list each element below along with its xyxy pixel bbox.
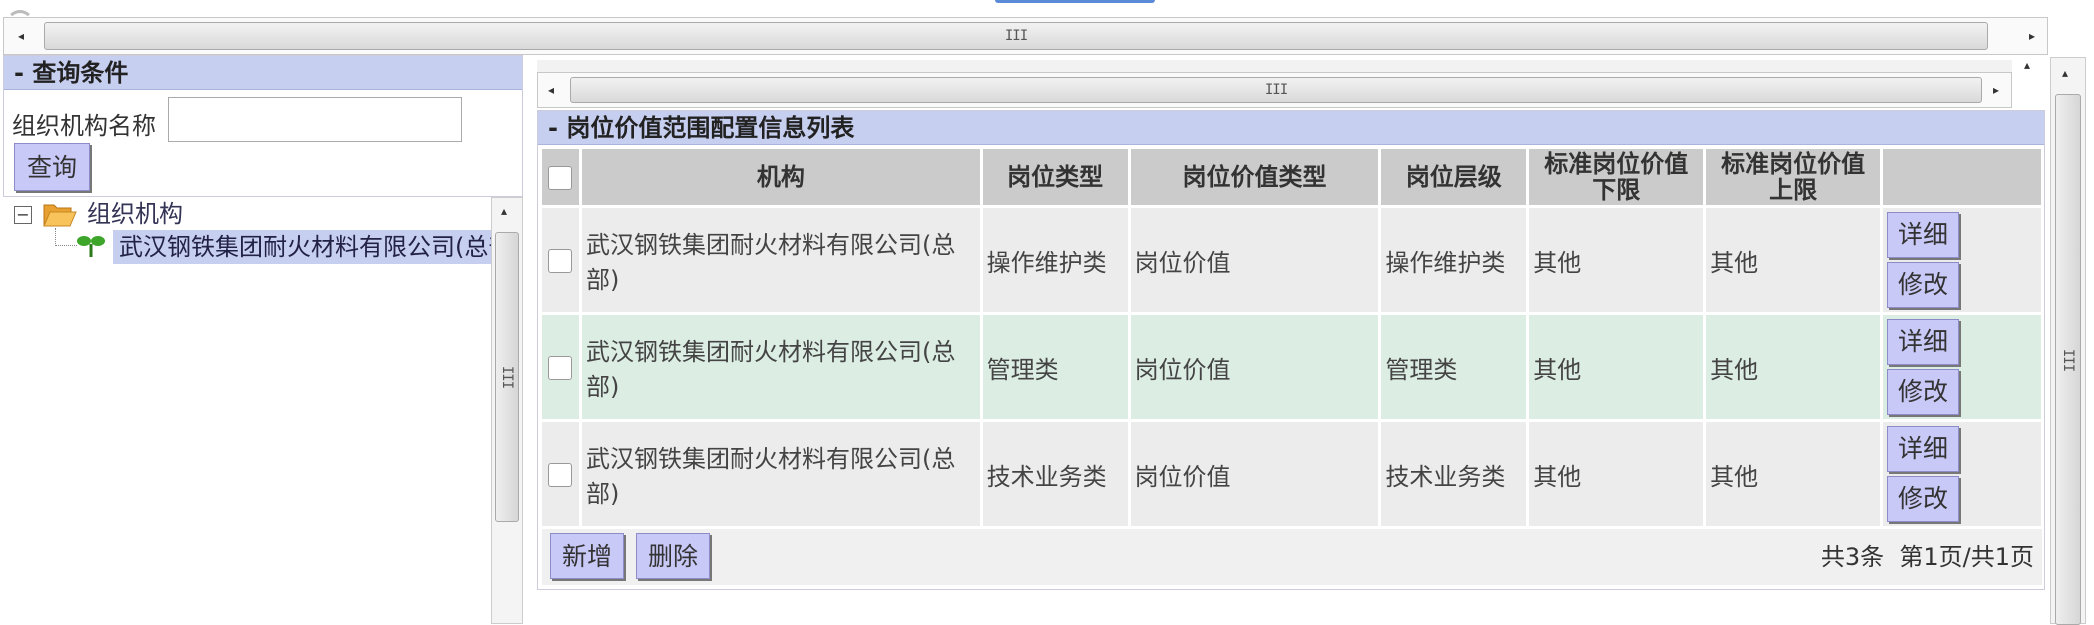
table-row: 武汉钢铁集团耐火材料有限公司(总部) 操作维护类 岗位价值 操作维护类 其他 其… (542, 208, 2041, 312)
tree-vertical-scrollbar[interactable]: ▴ III (491, 197, 523, 624)
data-grid: 机构 岗位类型 岗位价值类型 岗位层级 标准岗位价值下限 标准岗位价值上限 武汉… (539, 146, 2044, 529)
cell-actions: 详细 修改 (1883, 208, 2041, 312)
row-select[interactable] (542, 422, 579, 526)
cell-org: 武汉钢铁集团耐火材料有限公司(总部) (581, 315, 980, 419)
cell-upper: 其他 (1706, 422, 1881, 526)
scroll-right-arrow-icon[interactable]: ▸ (2029, 29, 2035, 43)
page-vertical-scrollbar[interactable]: ▴ III (2050, 57, 2086, 625)
scroll-up-arrow-icon[interactable]: ▴ (2062, 66, 2068, 80)
cell-org: 武汉钢铁集团耐火材料有限公司(总部) (581, 208, 980, 312)
col-lower: 标准岗位价值下限 (1529, 149, 1704, 205)
detail-button[interactable]: 详细 (1887, 212, 1960, 258)
scrollbar-thumb[interactable]: III (44, 22, 1988, 50)
tree-root-label[interactable]: 组织机构 (87, 197, 183, 231)
select-all-checkbox[interactable] (548, 166, 573, 190)
grid-panel: - 岗位价值范围配置信息列表 机构 岗位类型 岗位价值类型 岗位层级 标准岗位价… (537, 110, 2045, 590)
grid-footer: 新增 删除 共3条 第1页/共1页 (542, 529, 2042, 585)
col-post-type: 岗位类型 (982, 149, 1128, 205)
col-org: 机构 (581, 149, 980, 205)
query-panel: - 查询条件 组织机构名称 查询 (3, 55, 523, 197)
search-button[interactable]: 查询 (14, 143, 90, 191)
org-tree: − 组织机构 武汉钢铁集团耐火材料有限公司(总部) ▴ III (3, 197, 523, 624)
cell-upper: 其他 (1706, 208, 1881, 312)
scrollbar-thumb[interactable]: III (570, 77, 1982, 103)
inner-top-strip (537, 60, 2012, 72)
grip-icon: III (1004, 28, 1028, 44)
grip-icon: III (2060, 348, 2076, 371)
inner-scroll-up-arrow-icon[interactable]: ▴ (2024, 58, 2030, 72)
row-checkbox[interactable] (548, 249, 573, 273)
delete-button[interactable]: 删除 (636, 533, 710, 579)
cell-org: 武汉钢铁集团耐火材料有限公司(总部) (581, 422, 980, 526)
header-select-all[interactable] (542, 149, 579, 205)
grip-icon: III (1264, 82, 1288, 98)
scroll-left-arrow-icon[interactable]: ◂ (18, 29, 24, 43)
col-level: 岗位层级 (1381, 149, 1527, 205)
row-select[interactable] (542, 315, 579, 419)
org-name-label: 组织机构名称 (12, 112, 156, 140)
detail-button[interactable]: 详细 (1887, 426, 1960, 472)
org-leaf-icon (77, 232, 105, 258)
cell-value-type: 岗位价值 (1130, 422, 1379, 526)
org-name-input[interactable] (168, 97, 462, 142)
cell-value-type: 岗位价值 (1130, 208, 1379, 312)
detail-button[interactable]: 详细 (1887, 319, 1960, 365)
cell-actions: 详细 修改 (1883, 315, 2041, 419)
cell-level: 技术业务类 (1381, 422, 1527, 526)
folder-open-icon (43, 200, 77, 228)
tree-child-item[interactable]: 武汉钢铁集团耐火材料有限公司(总部) (113, 230, 493, 264)
edit-button[interactable]: 修改 (1887, 476, 1960, 522)
cell-post-type: 技术业务类 (982, 422, 1128, 526)
cell-actions: 详细 修改 (1883, 422, 2041, 526)
edit-button[interactable]: 修改 (1887, 262, 1960, 308)
cell-post-type: 操作维护类 (982, 208, 1128, 312)
row-select[interactable] (542, 208, 579, 312)
cell-upper: 其他 (1706, 315, 1881, 419)
cell-value-type: 岗位价值 (1130, 315, 1379, 419)
pager-text: 共3条 第1页/共1页 (1820, 543, 2034, 571)
grip-icon: III (499, 365, 515, 389)
top-horizontal-scrollbar[interactable]: ◂ III ▸ (3, 17, 2048, 55)
scrollbar-thumb[interactable]: III (2055, 94, 2081, 625)
col-actions (1883, 149, 2041, 205)
cell-post-type: 管理类 (982, 315, 1128, 419)
query-panel-title: - 查询条件 (4, 56, 522, 90)
cell-lower: 其他 (1529, 208, 1704, 312)
cell-level: 管理类 (1381, 315, 1527, 419)
edit-button[interactable]: 修改 (1887, 369, 1960, 415)
cell-lower: 其他 (1529, 422, 1704, 526)
grid-panel-title: - 岗位价值范围配置信息列表 (538, 111, 2044, 145)
cell-level: 操作维护类 (1381, 208, 1527, 312)
scrollbar-thumb[interactable]: III (495, 232, 519, 522)
scroll-left-arrow-icon[interactable]: ◂ (548, 83, 554, 97)
row-checkbox[interactable] (548, 463, 573, 487)
scroll-right-arrow-icon[interactable]: ▸ (1993, 83, 1999, 97)
row-checkbox[interactable] (548, 356, 573, 380)
scroll-up-arrow-icon[interactable]: ▴ (501, 204, 507, 218)
collapse-minus-icon[interactable]: − (14, 206, 32, 224)
col-value-type: 岗位价值类型 (1130, 149, 1379, 205)
add-button[interactable]: 新增 (550, 533, 624, 579)
col-upper: 标准岗位价值上限 (1706, 149, 1881, 205)
top-tab-indicator (995, 0, 1155, 3)
inner-horizontal-scrollbar[interactable]: ◂ III ▸ (537, 72, 2012, 108)
table-row: 武汉钢铁集团耐火材料有限公司(总部) 技术业务类 岗位价值 技术业务类 其他 其… (542, 422, 2041, 526)
cell-lower: 其他 (1529, 315, 1704, 419)
table-row: 武汉钢铁集团耐火材料有限公司(总部) 管理类 岗位价值 管理类 其他 其他 详细… (542, 315, 2041, 419)
tree-connector (55, 228, 77, 246)
